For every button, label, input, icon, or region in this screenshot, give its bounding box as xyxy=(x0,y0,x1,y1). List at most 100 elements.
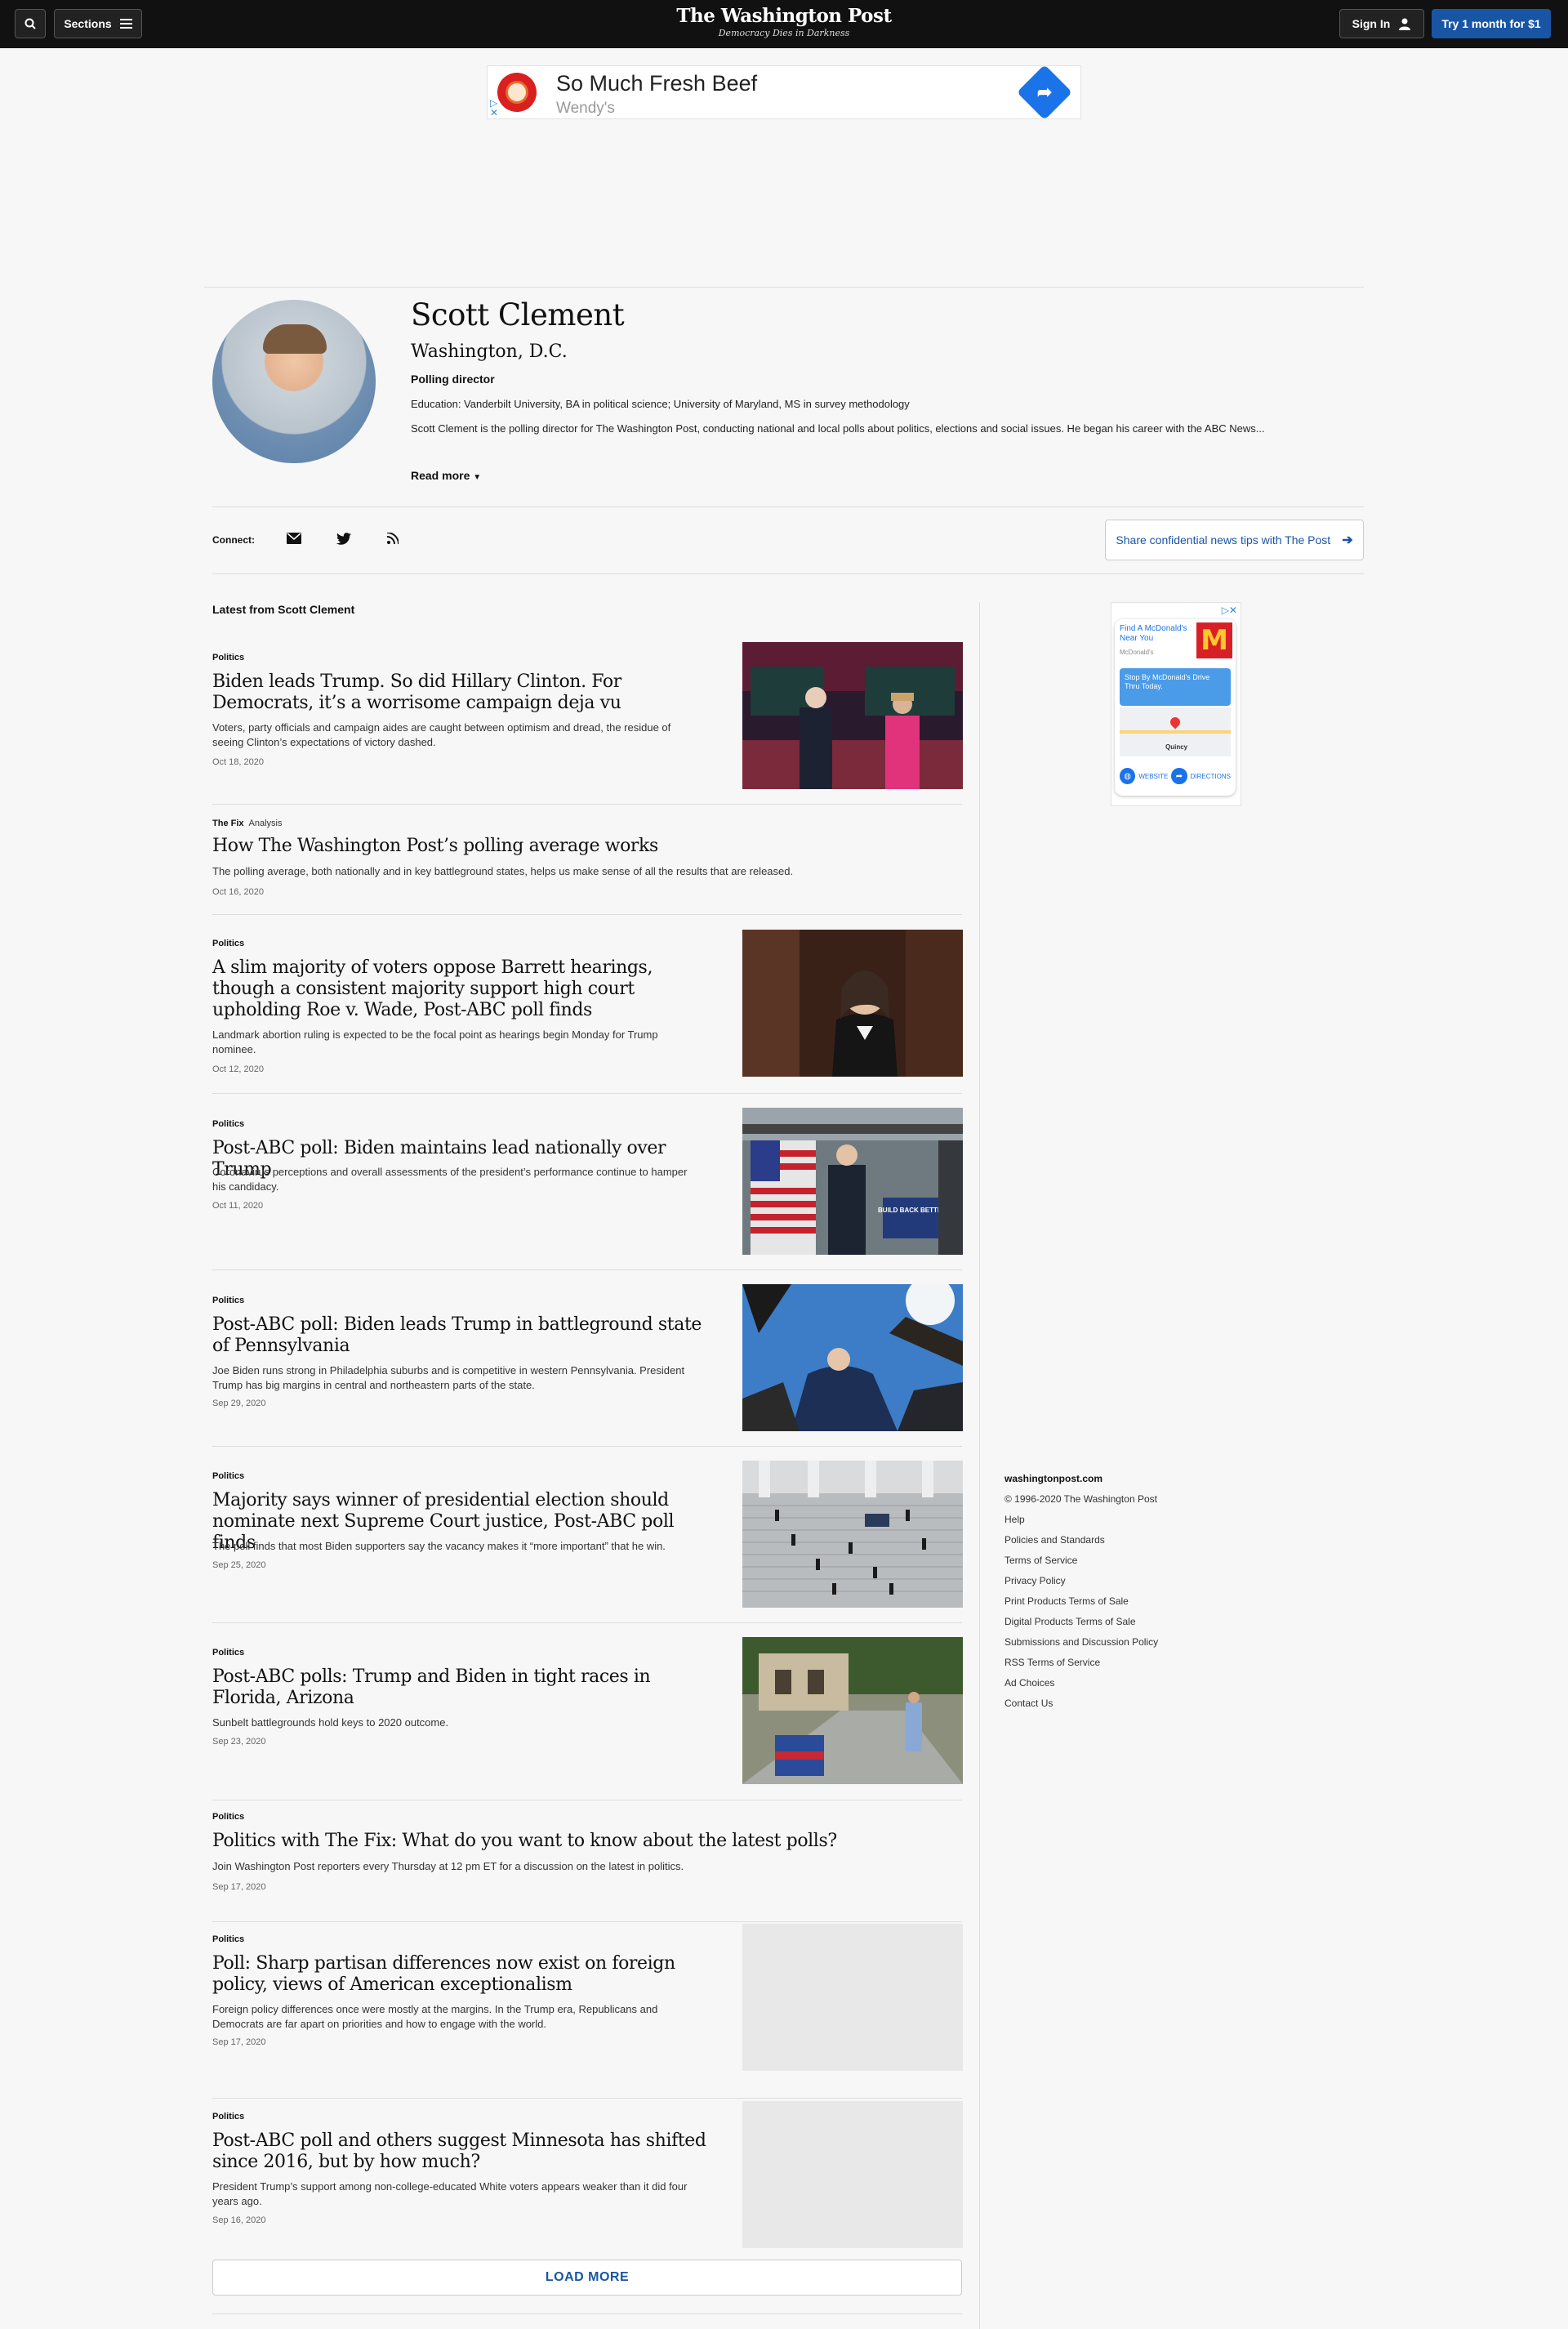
ad-promo[interactable]: Stop By McDonald's Drive Thru Today. xyxy=(1120,668,1231,706)
search-button[interactable] xyxy=(15,9,46,38)
directions-arrow-icon[interactable]: ➦ xyxy=(1017,65,1072,120)
article-blurb: The poll finds that most Biden supporter… xyxy=(212,1540,666,1552)
article-image[interactable] xyxy=(742,642,963,789)
article-date: Sep 16, 2020 xyxy=(212,2215,266,2225)
article-blurb: Join Washington Post reporters every Thu… xyxy=(212,1860,684,1872)
article-kicker[interactable]: Politics xyxy=(212,939,244,948)
article-item[interactable]: Politics Poll: Sharp partisan difference… xyxy=(212,1922,963,2099)
hamburger-menu-icon xyxy=(119,19,132,29)
article-kicker[interactable]: Politics xyxy=(212,653,244,663)
article-kicker[interactable]: Politics xyxy=(212,1471,244,1481)
read-more-label: Read more xyxy=(411,469,470,482)
read-more-button[interactable]: Read more ▼ xyxy=(411,469,481,482)
article-image-placeholder[interactable] xyxy=(742,2101,963,2248)
article-title[interactable]: Poll: Sharp partisan differences now exi… xyxy=(212,1953,719,1996)
article-date: Sep 17, 2020 xyxy=(212,2037,266,2047)
article-kicker[interactable]: The Fix Analysis xyxy=(212,819,282,828)
logo-tagline: Democracy Dies in Darkness xyxy=(718,28,850,38)
footer-link-rss-terms[interactable]: RSS Terms of Service xyxy=(1004,1657,1158,1677)
footer-link-ad-choices[interactable]: Ad Choices xyxy=(1004,1677,1158,1698)
mcdonalds-logo: M xyxy=(1196,622,1232,658)
load-more-button[interactable]: LOAD MORE xyxy=(212,2260,962,2296)
divider xyxy=(212,2313,962,2314)
author-avatar xyxy=(212,300,376,463)
article-kicker[interactable]: Politics xyxy=(212,1648,244,1658)
mcdonalds-ad-card[interactable]: Find A McDonald's Near You McDonald's M … xyxy=(1115,619,1236,796)
article-item[interactable]: Politics Majority says winner of preside… xyxy=(212,1447,963,1623)
sidebar-ad[interactable]: ▷✕ Find A McDonald's Near You McDonald's… xyxy=(1111,602,1241,806)
article-title[interactable]: A slim majority of voters oppose Barrett… xyxy=(212,957,719,1021)
article-item[interactable]: Politics Post-ABC poll and others sugges… xyxy=(212,2099,963,2248)
article-image[interactable]: BUILD BACK BETTER xyxy=(742,1108,963,1255)
article-image[interactable] xyxy=(742,1461,963,1608)
article-kicker-section[interactable]: The Fix xyxy=(212,819,244,828)
ad-title[interactable]: Find A McDonald's Near You xyxy=(1120,624,1193,644)
article-image[interactable] xyxy=(742,1284,963,1431)
site-footer: washingtonpost.com © 1996-2020 The Washi… xyxy=(1004,1473,1158,1718)
map-pin-icon xyxy=(1168,715,1183,729)
article-blurb: President Trump’s support among non-coll… xyxy=(212,2180,688,2207)
news-tips-button[interactable]: Share confidential news tips with The Po… xyxy=(1105,520,1364,560)
article-item[interactable]: Politics Biden leads Trump. So did Hilla… xyxy=(212,642,963,805)
article-kicker[interactable]: Politics xyxy=(212,2112,244,2122)
article-date: Oct 11, 2020 xyxy=(212,1201,264,1211)
top-banner-ad[interactable]: ▷ ✕ So Much Fresh Beef Wendy's ➦ xyxy=(487,65,1081,120)
article-item[interactable]: Politics A slim majority of voters oppos… xyxy=(212,915,963,1094)
ad-actions: ◍ WEBSITE ➦ DIRECTIONS xyxy=(1120,765,1231,787)
sections-menu-button[interactable]: Sections xyxy=(54,9,142,38)
podium-sign-text: BUILD BACK BETTER xyxy=(878,1207,947,1214)
ad-directions-link[interactable]: DIRECTIONS xyxy=(1191,773,1231,780)
footer-link-help[interactable]: Help xyxy=(1004,1514,1158,1534)
footer-link-digital-terms[interactable]: Digital Products Terms of Sale xyxy=(1004,1616,1158,1636)
article-item[interactable]: The Fix Analysis How The Washington Post’… xyxy=(212,805,962,915)
article-item[interactable]: Politics Post-ABC polls: Trump and Biden… xyxy=(212,1623,963,1800)
ad-map[interactable]: Quincy xyxy=(1120,707,1231,756)
ad-website-link[interactable]: WEBSITE xyxy=(1138,773,1168,780)
ad-choices-icons[interactable]: ▷✕ xyxy=(1222,605,1237,616)
footer-link-contact[interactable]: Contact Us xyxy=(1004,1698,1158,1718)
news-tips-label: Share confidential news tips with The Po… xyxy=(1116,533,1331,547)
article-date: Oct 18, 2020 xyxy=(212,757,264,767)
ad-close-icon[interactable]: ✕ xyxy=(490,107,498,118)
column-divider xyxy=(979,602,980,2329)
article-title[interactable]: How The Washington Post’s polling averag… xyxy=(212,836,947,857)
subscribe-button[interactable]: Try 1 month for $1 xyxy=(1432,9,1551,38)
article-image[interactable] xyxy=(742,1637,963,1784)
globe-icon[interactable]: ◍ xyxy=(1120,768,1136,784)
article-title[interactable]: Post-ABC polls: Trump and Biden in tight… xyxy=(212,1666,719,1709)
footer-link-terms[interactable]: Terms of Service xyxy=(1004,1555,1158,1575)
rss-icon[interactable] xyxy=(384,529,402,547)
footer-link-privacy[interactable]: Privacy Policy xyxy=(1004,1575,1158,1595)
article-item[interactable]: Politics Post-ABC poll: Biden maintains … xyxy=(212,1094,963,1270)
article-image-placeholder[interactable] xyxy=(742,1924,963,2071)
article-item[interactable]: Politics Post-ABC poll: Biden leads Trum… xyxy=(212,1270,963,1447)
article-item[interactable]: Politics Politics with The Fix: What do … xyxy=(212,1800,962,1922)
footer-domain: washingtonpost.com xyxy=(1004,1473,1102,1484)
article-title[interactable]: Post-ABC poll: Biden leads Trump in batt… xyxy=(212,1314,719,1357)
footer-link-print-terms[interactable]: Print Products Terms of Sale xyxy=(1004,1595,1158,1616)
sign-in-label: Sign In xyxy=(1352,17,1391,30)
article-date: Oct 12, 2020 xyxy=(212,1064,264,1074)
sign-in-button[interactable]: Sign In xyxy=(1339,9,1424,38)
article-kicker[interactable]: Politics xyxy=(212,1812,244,1822)
washington-post-logo[interactable]: The Washington Post Democracy Dies in Da… xyxy=(621,5,947,39)
footer-link-submissions[interactable]: Submissions and Discussion Policy xyxy=(1004,1636,1158,1657)
article-title[interactable]: Biden leads Trump. So did Hillary Clinto… xyxy=(212,671,719,714)
article-date: Oct 16, 2020 xyxy=(212,887,264,897)
footer-link-policies[interactable]: Policies and Standards xyxy=(1004,1534,1158,1555)
article-image[interactable] xyxy=(742,930,963,1077)
latest-heading: Latest from Scott Clement xyxy=(212,603,355,616)
map-label: Quincy xyxy=(1165,743,1188,751)
top-navigation-bar: Sections The Washington Post Democracy D… xyxy=(0,0,1568,48)
article-kicker[interactable]: Politics xyxy=(212,1296,244,1305)
directions-icon[interactable]: ➦ xyxy=(1171,768,1187,784)
article-title[interactable]: Politics with The Fix: What do you want … xyxy=(212,1831,947,1852)
twitter-icon[interactable] xyxy=(335,529,353,547)
email-icon[interactable] xyxy=(285,529,303,547)
article-kicker[interactable]: Politics xyxy=(212,1934,244,1944)
article-blurb: Foreign policy differences once were mos… xyxy=(212,2003,658,2030)
article-title[interactable]: Post-ABC poll and others suggest Minneso… xyxy=(212,2130,719,2173)
arrow-right-icon: ➔ xyxy=(1342,533,1353,547)
divider xyxy=(212,573,1364,574)
article-kicker[interactable]: Politics xyxy=(212,1119,244,1129)
